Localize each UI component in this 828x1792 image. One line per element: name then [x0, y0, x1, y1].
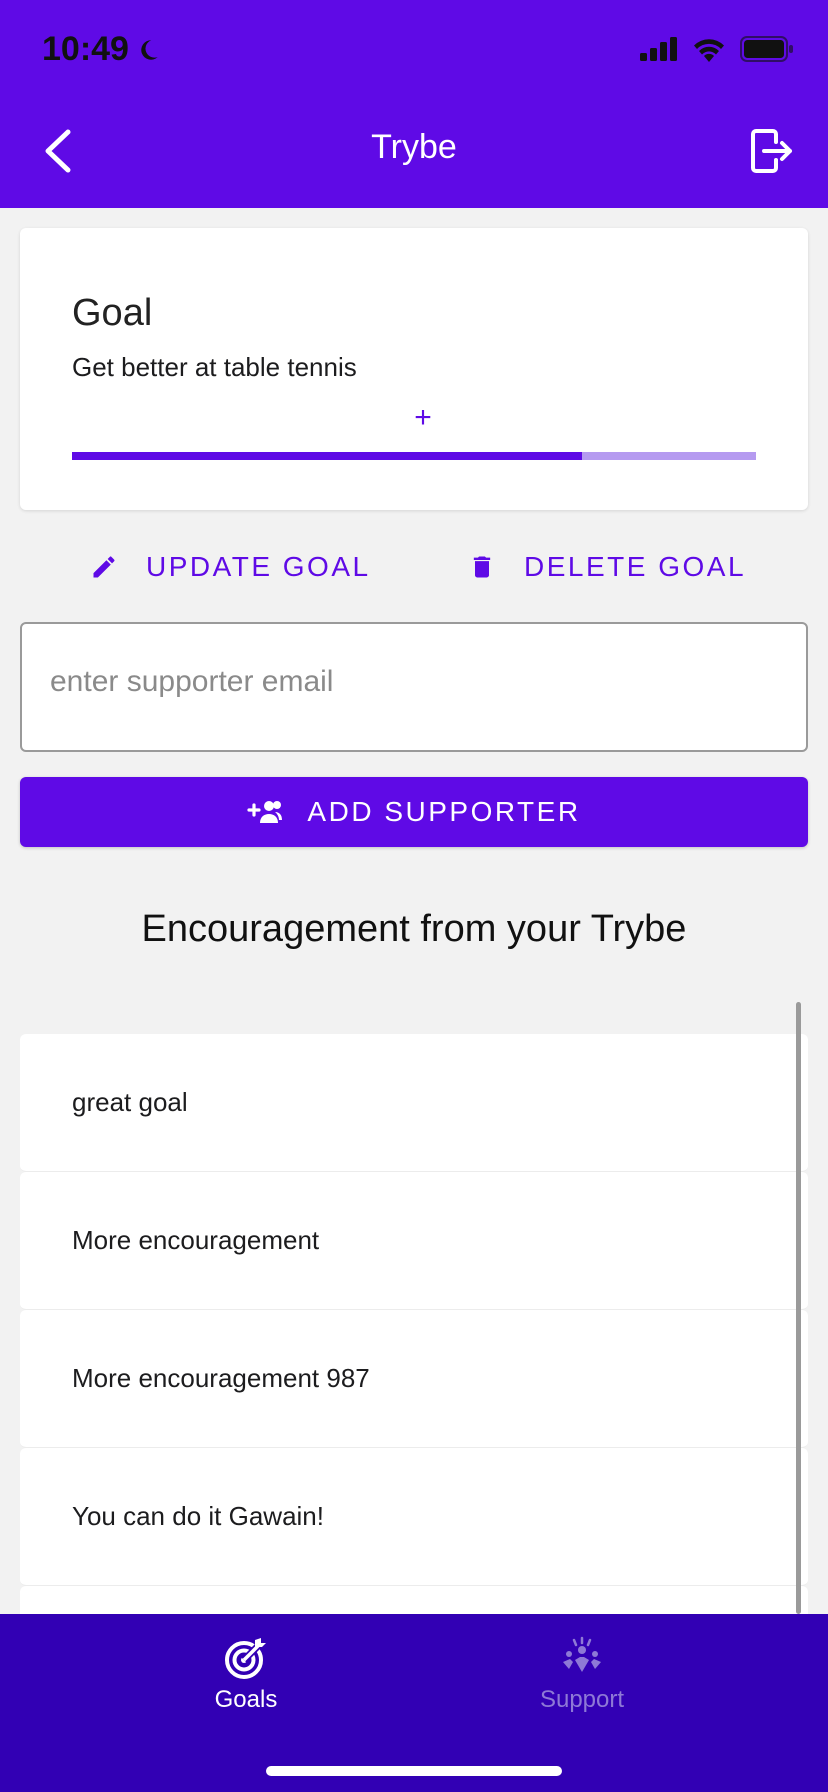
goal-card: Goal Get better at table tennis + — [20, 228, 808, 510]
moon-icon — [141, 39, 158, 60]
goal-progress-bar — [72, 452, 756, 460]
target-icon — [225, 1638, 266, 1679]
delete-goal-label: DELETE GOAL — [524, 551, 747, 582]
list-item: More encouragement — [20, 1172, 808, 1310]
app-header: 10:49 Trybe — [0, 0, 828, 208]
nav-goals-label: Goals — [214, 1686, 278, 1713]
cellular-signal-icon — [640, 37, 677, 61]
app-title: Trybe — [371, 128, 457, 166]
status-time: 10:49 — [42, 30, 161, 69]
list-item — [20, 1586, 808, 1614]
add-group-icon — [247, 801, 283, 823]
update-goal-button[interactable]: UPDATE GOAL — [90, 546, 371, 588]
goal-heading: Goal — [72, 292, 153, 334]
list-item: More encouragement 987 — [20, 1310, 808, 1448]
encouragement-title: Encouragement from your Trybe — [141, 908, 687, 950]
encouragement-list[interactable]: great goal More encouragement More encou… — [20, 1034, 808, 1614]
increment-progress-button[interactable]: + — [405, 400, 441, 436]
wifi-icon — [694, 39, 724, 62]
add-supporter-label: ADD SUPPORTER — [307, 796, 581, 827]
list-scrollbar[interactable] — [796, 1002, 801, 1614]
supporter-email-input[interactable] — [22, 624, 806, 750]
goal-description: Get better at table tennis — [72, 352, 357, 382]
add-supporter-button[interactable]: ADD SUPPORTER — [20, 777, 808, 847]
list-item: You can do it Gawain! — [20, 1448, 808, 1586]
logout-button[interactable] — [750, 128, 794, 174]
list-item: great goal — [20, 1034, 808, 1172]
status-icons — [640, 36, 794, 62]
nav-item-support[interactable]: Support — [482, 1636, 682, 1714]
bottom-nav: Goals Support — [0, 1614, 828, 1792]
battery-icon — [740, 36, 793, 62]
goal-progress-fill — [72, 452, 582, 460]
home-indicator — [266, 1766, 562, 1776]
update-goal-label: UPDATE GOAL — [146, 551, 371, 582]
trash-icon — [473, 556, 491, 578]
logout-icon — [751, 129, 792, 173]
nav-item-goals[interactable]: Goals — [146, 1636, 346, 1714]
supporter-email-field — [20, 622, 808, 752]
nav-support-label: Support — [539, 1686, 625, 1713]
status-time-text: 10:49 — [42, 30, 129, 68]
delete-goal-button[interactable]: DELETE GOAL — [468, 546, 746, 588]
group-cheer-icon — [563, 1636, 601, 1672]
pencil-icon — [93, 556, 115, 578]
